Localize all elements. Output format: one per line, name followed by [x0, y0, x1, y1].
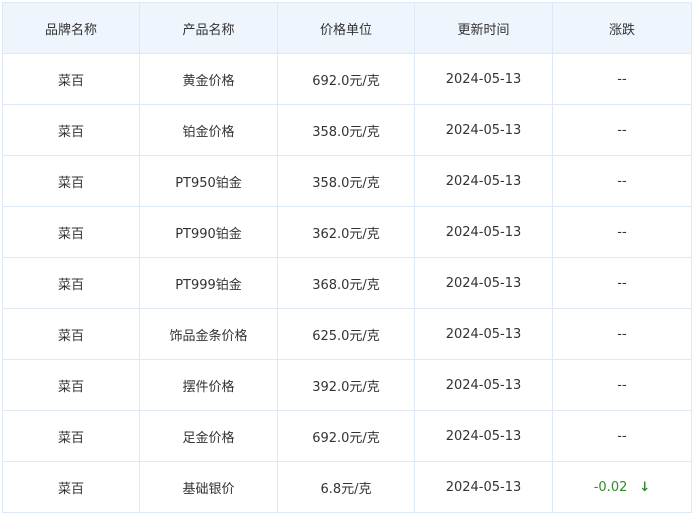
price-cell: 358.0元/克: [277, 104, 415, 156]
product-cell: 摆件价格: [139, 359, 278, 411]
brand-cell: 菜百: [2, 308, 140, 360]
brand-cell: 菜百: [2, 359, 140, 411]
header-brand: 品牌名称: [2, 2, 140, 54]
product-cell: 黄金价格: [139, 53, 278, 105]
brand-cell: 菜百: [2, 104, 140, 156]
header-row: 品牌名称 产品名称 价格单位 更新时间 涨跌: [2, 2, 692, 54]
price-cell: 692.0元/克: [277, 53, 415, 105]
change-cell: --: [552, 257, 692, 309]
price-cell: 392.0元/克: [277, 359, 415, 411]
table-row: 菜百 铂金价格 358.0元/克 2024-05-13 --: [2, 104, 692, 156]
table-body: 菜百 黄金价格 692.0元/克 2024-05-13 -- 菜百 铂金价格 3…: [2, 53, 692, 513]
table-row: 菜百 黄金价格 692.0元/克 2024-05-13 --: [2, 53, 692, 105]
arrow-down-icon: ↓: [639, 479, 651, 495]
date-cell: 2024-05-13: [414, 206, 553, 258]
brand-cell: 菜百: [2, 257, 140, 309]
brand-cell: 菜百: [2, 410, 140, 462]
product-cell: 基础银价: [139, 461, 278, 513]
header-change: 涨跌: [552, 2, 692, 54]
price-cell: 692.0元/克: [277, 410, 415, 462]
price-cell: 368.0元/克: [277, 257, 415, 309]
price-cell: 6.8元/克: [277, 461, 415, 513]
date-cell: 2024-05-13: [414, 359, 553, 411]
product-cell: PT999铂金: [139, 257, 278, 309]
table-row: 菜百 PT999铂金 368.0元/克 2024-05-13 --: [2, 257, 692, 309]
table-row: 菜百 基础银价 6.8元/克 2024-05-13 -0.02 ↓: [2, 461, 692, 513]
change-cell: --: [552, 104, 692, 156]
date-cell: 2024-05-13: [414, 410, 553, 462]
price-cell: 362.0元/克: [277, 206, 415, 258]
product-cell: PT990铂金: [139, 206, 278, 258]
date-cell: 2024-05-13: [414, 155, 553, 207]
date-cell: 2024-05-13: [414, 53, 553, 105]
brand-cell: 菜百: [2, 206, 140, 258]
header-date: 更新时间: [414, 2, 553, 54]
table-header: 品牌名称 产品名称 价格单位 更新时间 涨跌: [2, 2, 692, 54]
change-cell: --: [552, 53, 692, 105]
change-value: -0.02: [593, 479, 628, 495]
brand-cell: 菜百: [2, 461, 140, 513]
date-cell: 2024-05-13: [414, 461, 553, 513]
table-row: 菜百 PT950铂金 358.0元/克 2024-05-13 --: [2, 155, 692, 207]
table-row: 菜百 足金价格 692.0元/克 2024-05-13 --: [2, 410, 692, 462]
product-cell: 饰品金条价格: [139, 308, 278, 360]
product-cell: 铂金价格: [139, 104, 278, 156]
change-cell: --: [552, 308, 692, 360]
header-product: 产品名称: [139, 2, 278, 54]
date-cell: 2024-05-13: [414, 104, 553, 156]
date-cell: 2024-05-13: [414, 257, 553, 309]
change-cell: --: [552, 359, 692, 411]
change-cell: --: [552, 155, 692, 207]
table-row: 菜百 PT990铂金 362.0元/克 2024-05-13 --: [2, 206, 692, 258]
change-cell: -0.02 ↓: [552, 461, 692, 513]
price-table: 品牌名称 产品名称 价格单位 更新时间 涨跌 菜百 黄金价格 692.0元/克 …: [2, 2, 692, 513]
price-cell: 358.0元/克: [277, 155, 415, 207]
table-row: 菜百 摆件价格 392.0元/克 2024-05-13 --: [2, 359, 692, 411]
brand-cell: 菜百: [2, 155, 140, 207]
brand-cell: 菜百: [2, 53, 140, 105]
table-row: 菜百 饰品金条价格 625.0元/克 2024-05-13 --: [2, 308, 692, 360]
price-cell: 625.0元/克: [277, 308, 415, 360]
date-cell: 2024-05-13: [414, 308, 553, 360]
change-cell: --: [552, 410, 692, 462]
header-price: 价格单位: [277, 2, 415, 54]
change-cell: --: [552, 206, 692, 258]
product-cell: 足金价格: [139, 410, 278, 462]
product-cell: PT950铂金: [139, 155, 278, 207]
